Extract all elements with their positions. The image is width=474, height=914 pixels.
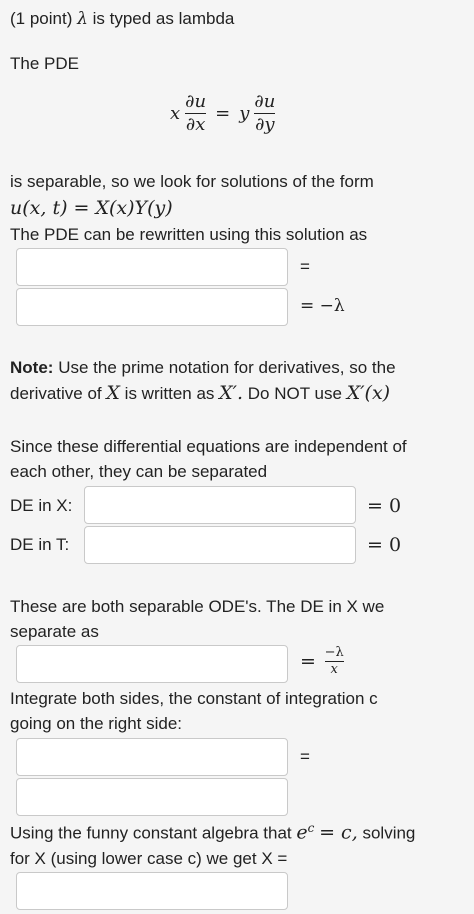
de-t-rhs: = 0	[367, 534, 402, 556]
header-line: (1 point) λ is typed as lambda	[10, 9, 234, 29]
integrate-lhs-input[interactable]	[16, 738, 288, 776]
separate-den: x	[330, 662, 338, 677]
pde-rhs-coef: y	[239, 103, 250, 124]
answer-x-input[interactable]	[16, 872, 288, 910]
separate-equals: =	[300, 650, 316, 673]
solution-form: u(x, t) = X(x)Y(y)	[10, 197, 173, 219]
separate-line1: These are both separable ODE's. The DE i…	[10, 597, 385, 616]
note-Xprime: X′.	[219, 382, 244, 404]
integrate-rhs-input[interactable]	[16, 778, 288, 816]
funny-eq: = c,	[319, 821, 358, 844]
independent-line2: each other, they can be separated	[10, 462, 268, 481]
lambda-symbol: λ	[77, 9, 88, 29]
pde-lhs-fraction: ∂u ∂x	[185, 91, 207, 135]
note-X: X	[106, 382, 120, 404]
separate-num: −λ	[324, 645, 344, 660]
note-line2: derivative of X is written as X′. Do NOT…	[10, 382, 390, 404]
funny-e: e	[296, 821, 308, 844]
rewrite-lhs-input[interactable]	[16, 248, 288, 286]
intro-text: The PDE	[10, 54, 79, 73]
de-t-label: DE in T:	[10, 535, 70, 554]
separate-input[interactable]	[16, 645, 288, 683]
note-label: Note:	[10, 358, 54, 377]
note-text1: Use the prime notation for derivatives, …	[58, 358, 396, 377]
note-Xprime-x: X′(x)	[346, 382, 391, 404]
lambda-note: is typed as lambda	[92, 9, 235, 28]
funny-text1a: Using the funny constant algebra that	[10, 823, 292, 843]
pde-rhs-den: ∂y	[255, 114, 275, 135]
funny-line1: Using the funny constant algebra that ec…	[10, 821, 415, 844]
pde-rhs-fraction: ∂u ∂y	[254, 91, 276, 135]
pde-lhs-coef: x	[170, 103, 181, 124]
independent-line1: Since these differential equations are i…	[10, 437, 407, 456]
integrate-line2: going on the right side:	[10, 714, 183, 733]
de-x-input[interactable]	[84, 486, 356, 524]
pde-equation: x ∂u ∂x = y ∂u ∂y	[170, 91, 276, 135]
pde-lhs-num: ∂u	[185, 91, 207, 112]
rewrite-rhs-lambda: = −λ	[300, 296, 345, 316]
integrate-equals: =	[300, 747, 310, 766]
separate-fraction: −λ x	[324, 645, 344, 677]
rewrite-rhs-input[interactable]	[16, 288, 288, 326]
note-text2a: derivative of	[10, 384, 102, 403]
points-label: (1 point)	[10, 9, 73, 28]
de-x-rhs: = 0	[367, 495, 402, 517]
pde-rhs-num: ∂u	[254, 91, 276, 112]
separate-line2: separate as	[10, 622, 99, 641]
note-text2b: is written as	[124, 384, 215, 403]
separable-text: is separable, so we look for solutions o…	[10, 172, 374, 191]
note-line1: Note: Use the prime notation for derivat…	[10, 358, 396, 378]
pde-lhs-den: ∂x	[185, 114, 206, 135]
funny-sup: c	[307, 821, 315, 835]
funny-line2: for X (using lower case c) we get X =	[10, 849, 288, 868]
de-x-label: DE in X:	[10, 496, 73, 515]
separate-rhs: = −λ x	[300, 646, 344, 677]
rewrite-text: The PDE can be rewritten using this solu…	[10, 225, 368, 244]
de-t-input[interactable]	[84, 526, 356, 564]
note-text2c: Do NOT use	[247, 384, 342, 403]
rewrite-lhs-equals: =	[300, 257, 310, 276]
pde-equals: =	[215, 103, 231, 124]
funny-text1b: solving	[362, 823, 416, 843]
integrate-line1: Integrate both sides, the constant of in…	[10, 689, 378, 708]
